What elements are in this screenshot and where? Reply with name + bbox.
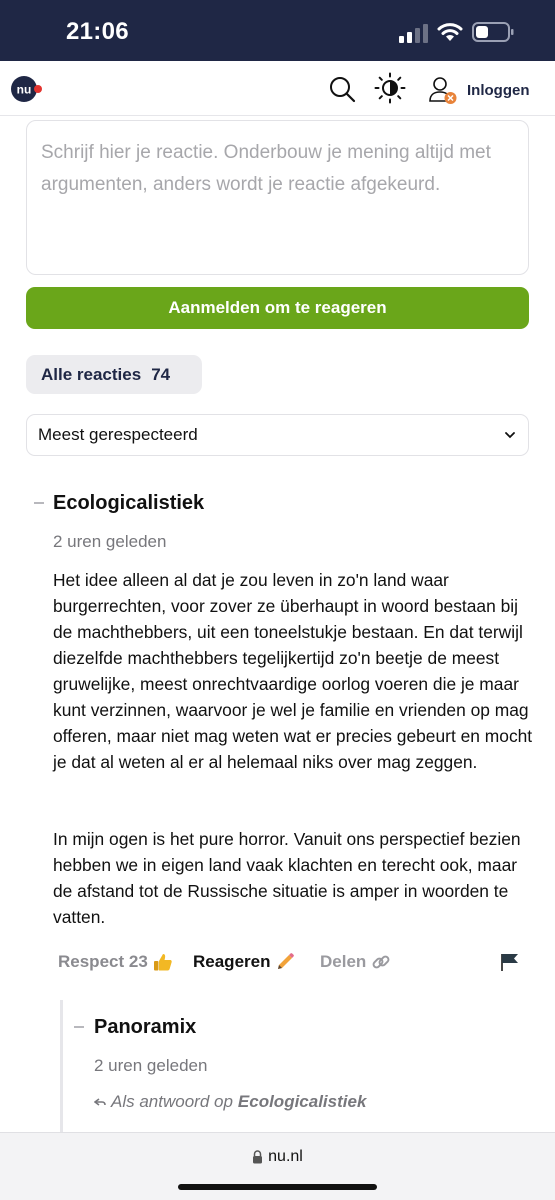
login-button[interactable]: Inloggen: [428, 74, 530, 106]
status-time: 21:06: [66, 18, 129, 45]
respect-label: Respect 23: [58, 952, 148, 971]
comment-paragraph: Het idee alleen al dat je zou leven in z…: [53, 570, 533, 772]
comment-author[interactable]: Ecologicalistiek: [53, 492, 204, 515]
user-icon: [429, 77, 457, 104]
comment-time: 2 uren geleden: [53, 532, 167, 551]
svg-text:nu: nu: [17, 83, 32, 97]
reactions-count: 74: [151, 364, 171, 384]
reply-button[interactable]: Reageren: [193, 952, 295, 972]
respect-button[interactable]: Respect 23: [58, 952, 173, 972]
pencil-icon: [278, 953, 295, 969]
flag-icon[interactable]: [499, 952, 521, 972]
lock-icon: [253, 1150, 263, 1164]
login-label: Inloggen: [467, 81, 530, 99]
collapse-reply-toggle[interactable]: [74, 1026, 84, 1028]
status-bar: 21:06: [0, 0, 555, 61]
reply-reference-author: Ecologicalistiek: [237, 1092, 367, 1111]
theme-toggle-icon[interactable]: [374, 72, 406, 104]
comment-input[interactable]: [26, 120, 529, 275]
thumbs-up-icon: [153, 954, 172, 971]
battery-icon: [472, 22, 514, 42]
chevron-down-icon: [505, 432, 515, 439]
reply-reference[interactable]: Als antwoord op Ecologicalistiek: [94, 1092, 366, 1112]
reply-thread-line: [60, 1000, 63, 1140]
all-reactions-tab[interactable]: Alle reacties 74: [26, 355, 202, 394]
comment-paragraph: In mijn ogen is het pure horror. Vanuit …: [53, 829, 521, 927]
sort-select[interactable]: Meest gerespecteerd: [26, 414, 529, 456]
reply-author[interactable]: Panoramix: [94, 1016, 196, 1039]
home-indicator[interactable]: [178, 1184, 377, 1190]
cellular-signal-icon: [399, 24, 428, 43]
link-icon: [372, 955, 390, 969]
share-button[interactable]: Delen: [320, 952, 391, 972]
address-bar[interactable]: nu.nl: [0, 1148, 555, 1166]
comment-actions: Respect 23 Reageren Delen: [58, 950, 523, 976]
reply-label: Reageren: [193, 952, 271, 971]
share-label: Delen: [320, 952, 367, 971]
app-header: nu Inloggen: [0, 61, 555, 116]
reply-reference-prefix: Als antwoord op: [111, 1092, 233, 1111]
collapse-comment-toggle[interactable]: [34, 502, 44, 504]
url-text: nu.nl: [268, 1148, 303, 1165]
reply-arrow-icon: [94, 1098, 106, 1106]
nu-logo[interactable]: nu: [11, 75, 45, 103]
reply-time: 2 uren geleden: [94, 1056, 208, 1075]
search-icon[interactable]: [327, 74, 357, 104]
browser-toolbar: nu.nl: [0, 1132, 555, 1200]
login-to-react-button[interactable]: Aanmelden om te reageren: [26, 287, 529, 329]
wifi-icon: [437, 23, 463, 41]
sort-selected-value: Meest gerespecteerd: [38, 425, 198, 444]
all-reactions-label: Alle reacties: [41, 364, 142, 384]
